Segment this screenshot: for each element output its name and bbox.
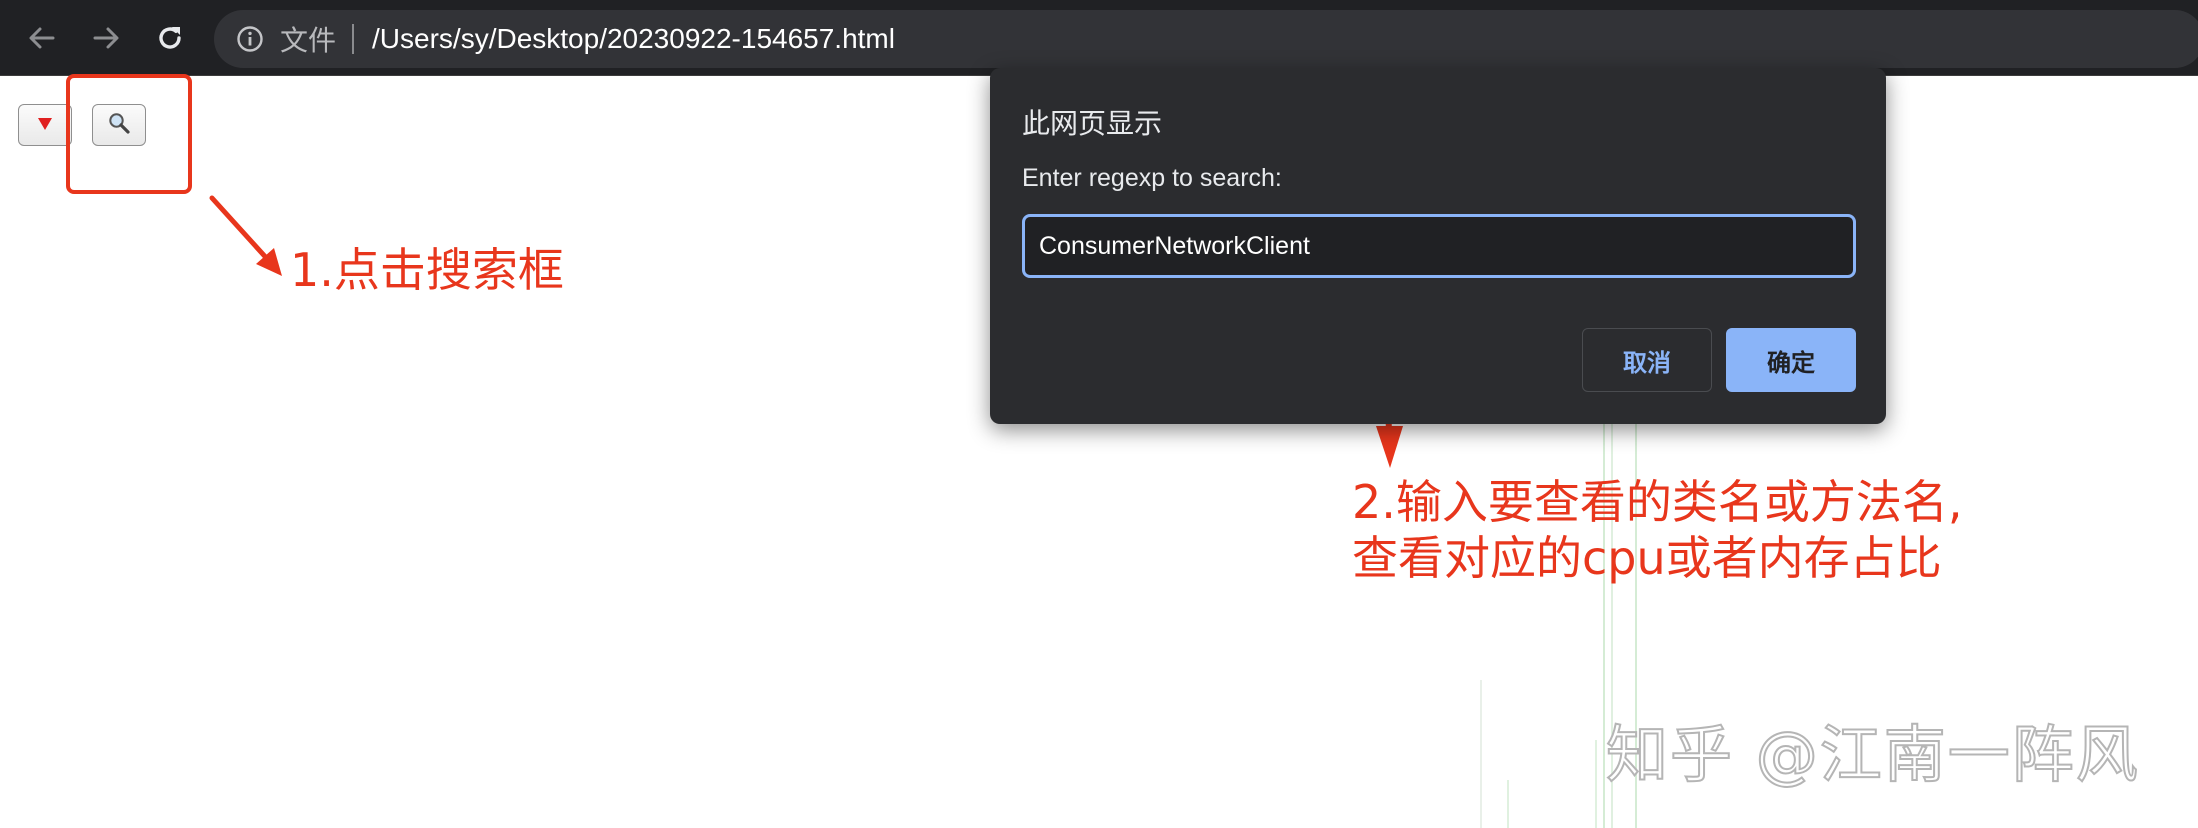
prompt-dialog: 此网页显示 Enter regexp to search: 取消 确定 xyxy=(990,68,1886,424)
dialog-title: 此网页显示 xyxy=(1022,107,1163,140)
watermark: 知乎 @江南一阵风 xyxy=(1605,717,2140,792)
ok-button[interactable]: 确定 xyxy=(1726,328,1856,392)
dialog-message: Enter regexp to search: xyxy=(1022,164,1282,192)
cancel-button[interactable]: 取消 xyxy=(1582,328,1712,392)
search-input[interactable] xyxy=(1022,214,1856,278)
annotation-step-2-line-1: 2.输入要查看的类名或方法名, xyxy=(1352,475,1963,529)
screenshot: 文件 /Users/sy/Desktop/20230922-154657.htm… xyxy=(0,0,2198,828)
annotation-step-1: 1.点击搜索框 xyxy=(290,243,564,297)
annotation-step-2-line-2: 查看对应的cpu或者内存占比 xyxy=(1352,531,1942,585)
